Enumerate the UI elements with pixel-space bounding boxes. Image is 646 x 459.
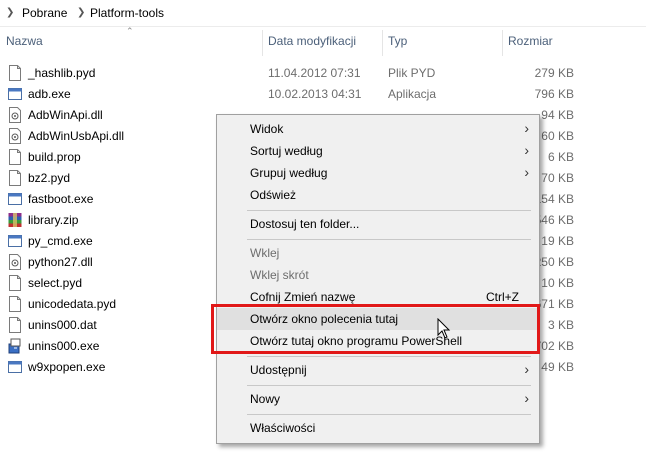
file-row[interactable]: _hashlib.pyd 11.04.2012 07:31 Plik PYD 2…: [0, 63, 646, 84]
sort-ascending-icon: ⌃: [126, 26, 134, 36]
file-type: Plik PYD: [388, 66, 436, 80]
dll-icon: [9, 254, 21, 270]
file-name: _hashlib.pyd: [28, 66, 96, 80]
file-size: 70 KB: [541, 171, 574, 185]
mouse-cursor-icon: [437, 318, 451, 339]
file-name: bz2.pyd: [28, 171, 71, 185]
column-header-date[interactable]: Data modyfikacji: [268, 34, 356, 56]
menu-item-refresh[interactable]: Odśwież: [217, 184, 539, 206]
chevron-right-icon[interactable]: ❯: [6, 7, 14, 18]
file-size: 671 KB: [534, 297, 574, 311]
menu-item-shortcut: Ctrl+Z: [486, 290, 519, 304]
menu-separator: [247, 239, 531, 240]
menu-item-label: Nowy: [250, 392, 281, 406]
file-size: 6 KB: [547, 150, 574, 164]
file-icon: [9, 170, 21, 186]
file-name: py_cmd.exe: [28, 234, 93, 248]
file-size: 60 KB: [541, 129, 574, 143]
file-name: python27.dll: [28, 255, 93, 269]
menu-item-label: Cofnij Zmień nazwę: [250, 290, 356, 304]
file-size: 546 KB: [534, 213, 574, 227]
file-name: w9xpopen.exe: [28, 360, 106, 374]
menu-item-label: Dostosuj ten folder...: [250, 217, 360, 231]
column-divider[interactable]: [262, 30, 263, 56]
highlight-box: [211, 304, 540, 354]
menu-item-label: Wklej skrót: [250, 268, 309, 282]
zip-icon: [8, 213, 22, 227]
file-icon: [9, 149, 21, 165]
menu-item-group-by[interactable]: Grupuj według ›: [217, 162, 539, 184]
file-size: 796 KB: [534, 87, 574, 101]
menu-separator: [247, 385, 531, 386]
menu-separator: [247, 414, 531, 415]
menu-item-new[interactable]: Nowy ›: [217, 388, 539, 410]
menu-item-paste-shortcut: Wklej skrót: [217, 264, 539, 286]
file-row[interactable]: adb.exe 10.02.2013 04:31 Aplikacja 796 K…: [0, 84, 646, 105]
chevron-right-icon[interactable]: ❯: [77, 7, 85, 18]
menu-item-paste: Wklej: [217, 242, 539, 264]
file-size: 10 KB: [541, 276, 574, 290]
file-size: 49 KB: [541, 360, 574, 374]
chevron-right-icon: ›: [524, 390, 529, 406]
menu-item-label: Grupuj według: [250, 166, 328, 180]
column-header-size[interactable]: Rozmiar: [508, 34, 553, 56]
breadcrumb: ❯ Pobrane ❯ Platform-tools: [0, 0, 646, 27]
installer-icon: [8, 338, 21, 354]
file-date: 11.04.2012 07:31: [268, 66, 361, 80]
file-size: 94 KB: [541, 108, 574, 122]
chevron-right-icon: ›: [524, 120, 529, 136]
dll-icon: [9, 128, 21, 144]
breadcrumb-segment-pobrane[interactable]: Pobrane: [22, 6, 67, 20]
file-name: unins000.dat: [28, 318, 97, 332]
menu-item-view[interactable]: Widok ›: [217, 118, 539, 140]
menu-item-label: Widok: [250, 122, 284, 136]
column-header-name[interactable]: Nazwa: [6, 34, 43, 56]
file-name: select.pyd: [28, 276, 83, 290]
exe-icon: [8, 88, 22, 100]
file-size: 3 KB: [547, 318, 574, 332]
menu-separator: [247, 210, 531, 211]
breadcrumb-segment-platform-tools[interactable]: Platform-tools: [90, 6, 164, 20]
column-divider[interactable]: [382, 30, 383, 56]
column-header-type[interactable]: Typ: [388, 34, 407, 56]
file-name: unicodedata.pyd: [28, 297, 117, 311]
menu-item-label: Sortuj według: [250, 144, 323, 158]
file-icon: [9, 65, 21, 81]
menu-item-label: Udostępnij: [250, 363, 307, 377]
chevron-right-icon: ›: [524, 164, 529, 180]
file-size: 19 KB: [541, 234, 574, 248]
file-icon: [9, 296, 21, 312]
exe-icon: [8, 235, 22, 247]
menu-item-label: Odśwież: [250, 188, 297, 202]
file-name: unins000.exe: [28, 339, 100, 353]
file-date: 10.02.2013 04:31: [268, 87, 362, 101]
chevron-right-icon: ›: [524, 142, 529, 158]
file-type: Aplikacja: [388, 87, 437, 101]
file-size: 279 KB: [534, 66, 574, 80]
file-name: library.zip: [28, 213, 79, 227]
file-size: 702 KB: [534, 339, 574, 353]
file-name: fastboot.exe: [28, 192, 94, 206]
menu-item-properties[interactable]: Właściwości: [217, 417, 539, 439]
file-icon: [9, 317, 21, 333]
file-size: 154 KB: [534, 192, 574, 206]
file-name: AdbWinUsbApi.dll: [28, 129, 125, 143]
file-icon: [9, 275, 21, 291]
column-divider[interactable]: [502, 30, 503, 56]
context-menu: Widok › Sortuj według › Grupuj według › …: [216, 114, 540, 444]
file-name: adb.exe: [28, 87, 71, 101]
exe-icon: [8, 193, 22, 205]
menu-item-customize-folder[interactable]: Dostosuj ten folder...: [217, 213, 539, 235]
menu-item-label: Właściwości: [250, 421, 316, 435]
file-name: AdbWinApi.dll: [28, 108, 103, 122]
file-size: 250 KB: [534, 255, 574, 269]
menu-item-label: Wklej: [250, 246, 280, 260]
menu-separator: [247, 356, 531, 357]
menu-item-share[interactable]: Udostępnij ›: [217, 359, 539, 381]
chevron-right-icon: ›: [524, 361, 529, 377]
exe-icon: [8, 361, 22, 373]
file-name: build.prop: [28, 150, 81, 164]
menu-item-sort-by[interactable]: Sortuj według ›: [217, 140, 539, 162]
dll-icon: [9, 107, 21, 123]
